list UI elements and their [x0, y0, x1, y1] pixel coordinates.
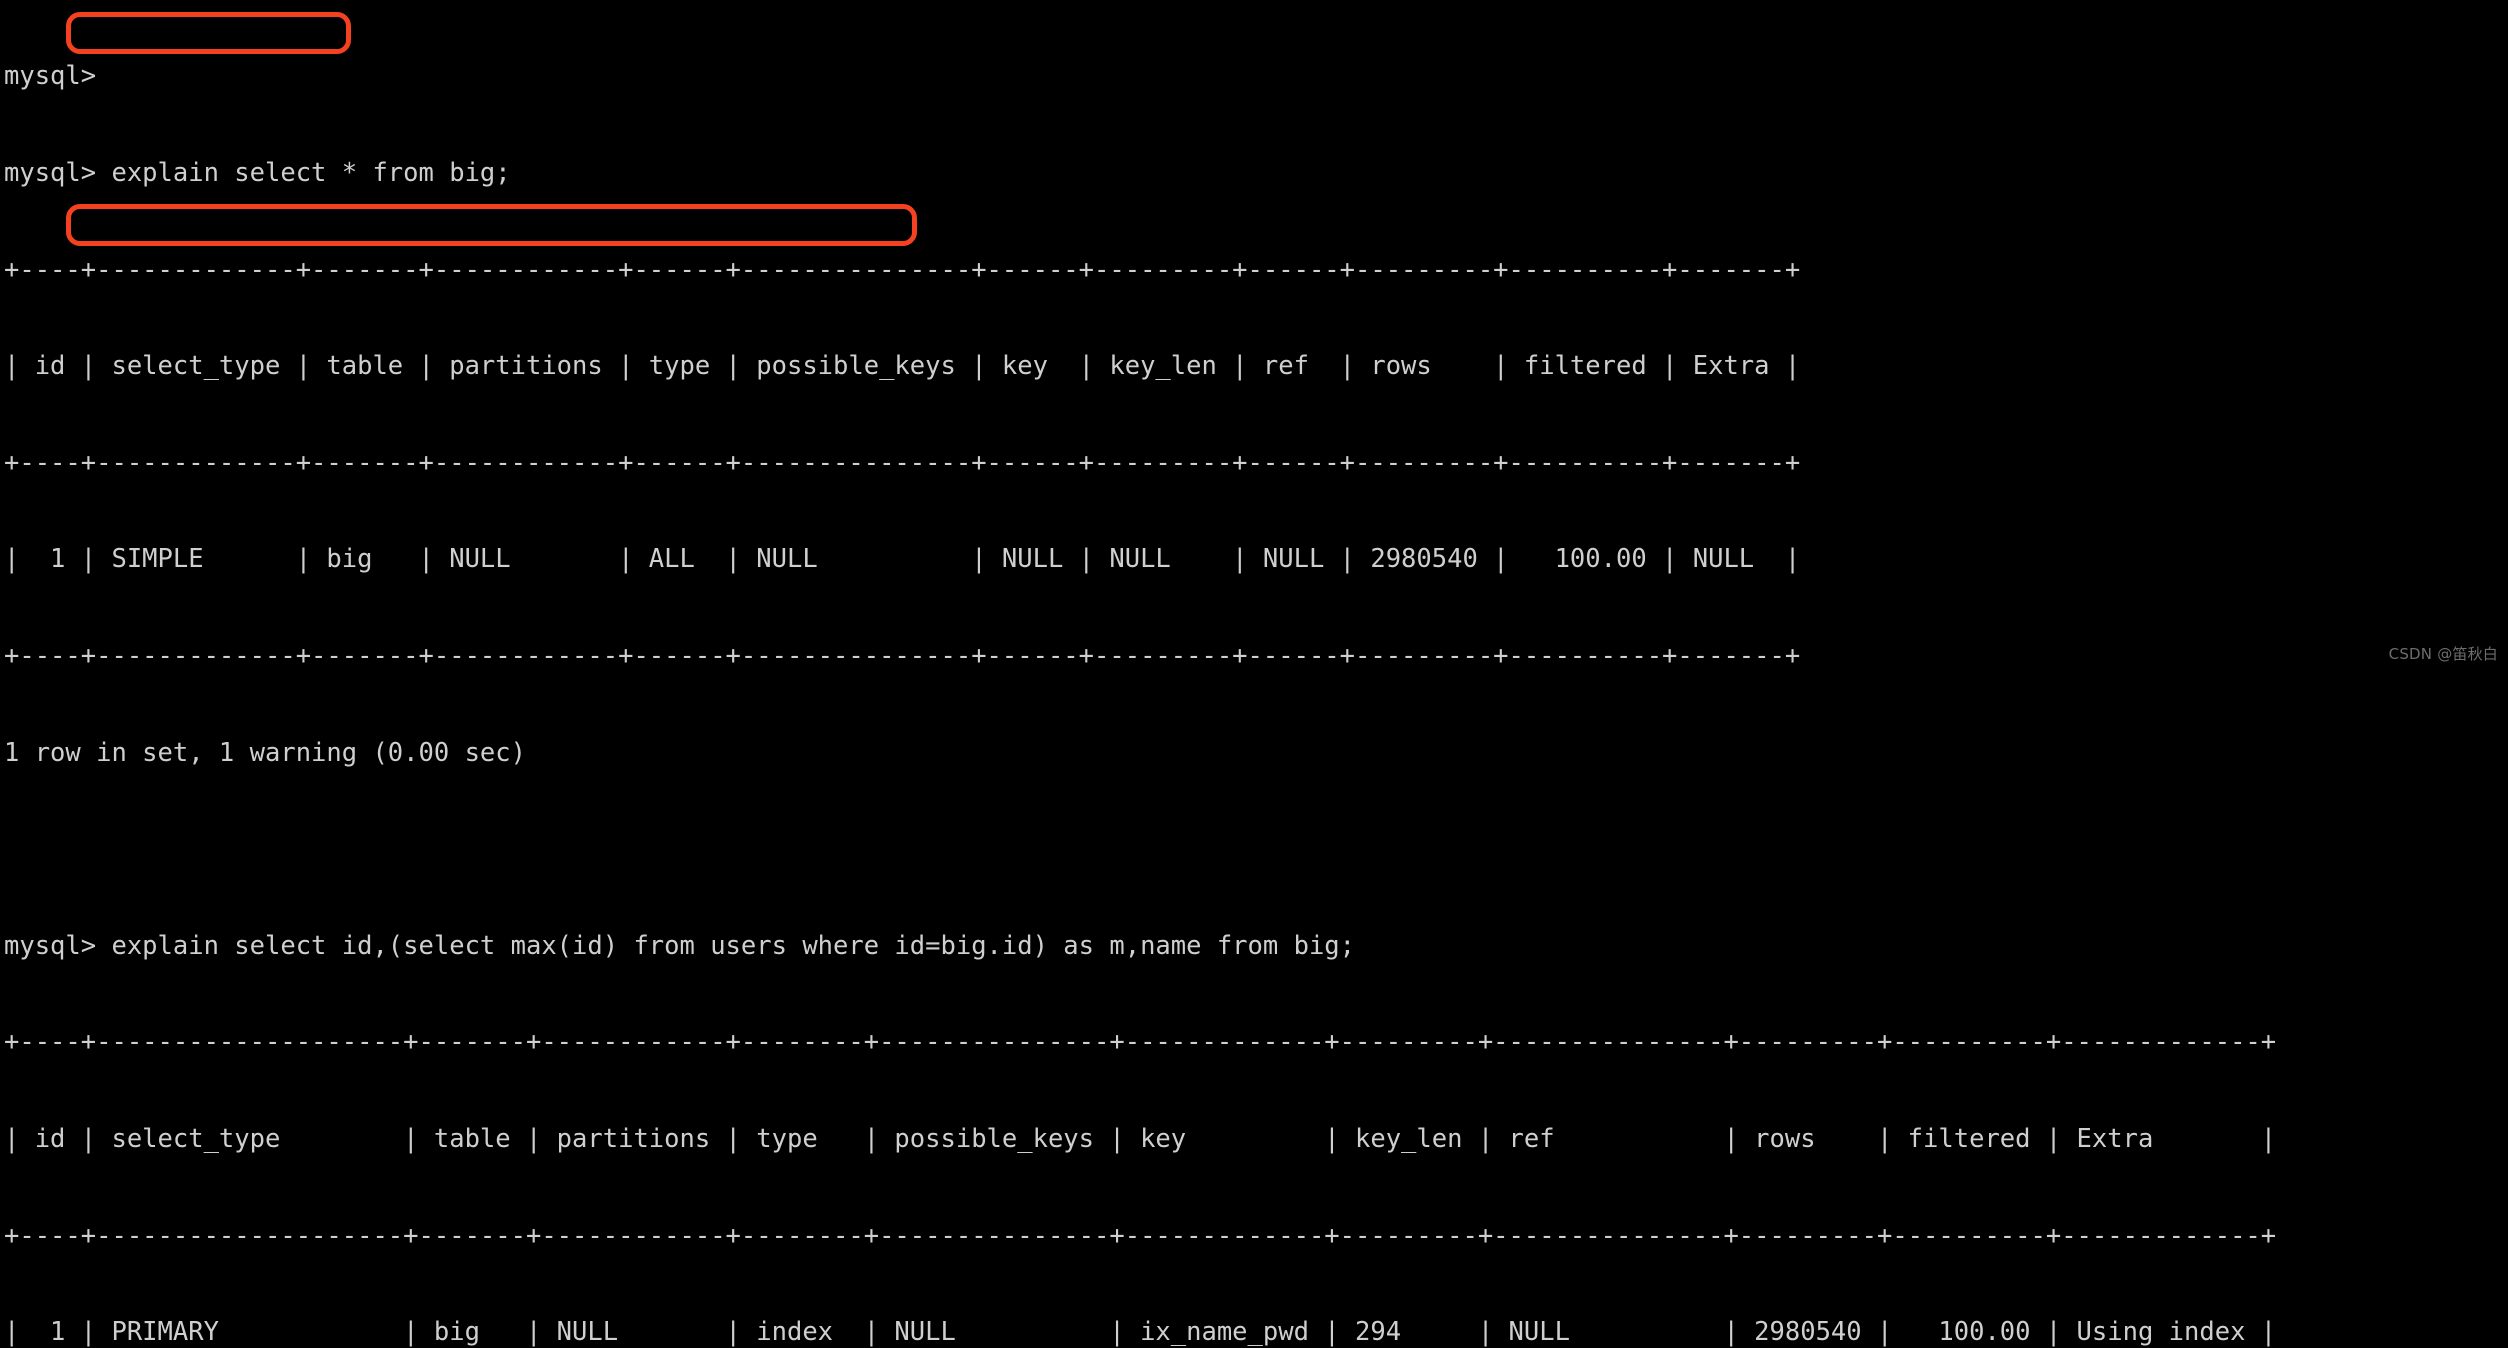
- terminal-line-table1-sep-bottom: +----+-------------+-------+------------…: [4, 640, 1801, 671]
- terminal-output: mysql> mysql> explain select * from big;…: [4, 0, 2276, 1348]
- terminal-line-table1-sep-mid: +----+-------------+-------+------------…: [4, 447, 1801, 478]
- terminal-line-query-1: mysql> explain select * from big;: [4, 158, 511, 188]
- terminal-line-table2-header: | id | select_type | table | partitions …: [4, 1123, 2277, 1154]
- terminal-line-prompt-empty: mysql>: [4, 61, 97, 92]
- table-row: | 1 | SIMPLE | big | NULL | ALL | NULL |…: [4, 544, 1801, 575]
- terminal-line-table1-header: | id | select_type | table | partitions …: [4, 351, 1801, 382]
- watermark: CSDN @笛秋白: [2388, 644, 2498, 663]
- terminal-line-query-2: mysql> explain select id,(select max(id)…: [4, 930, 1356, 961]
- terminal-window[interactable]: mysql> mysql> explain select * from big;…: [0, 0, 2508, 1347]
- terminal-line-table1-sep-top: +----+-------------+-------+------------…: [4, 254, 1801, 285]
- terminal-line-table2-sep-mid: +----+--------------------+-------+-----…: [4, 1220, 2277, 1251]
- terminal-line-status-1: 1 row in set, 1 warning (0.00 sec): [4, 737, 526, 768]
- terminal-line-table2-sep-top: +----+--------------------+-------+-----…: [4, 1027, 2277, 1058]
- table-row: | 1 | PRIMARY | big | NULL | index | NUL…: [4, 1317, 2277, 1348]
